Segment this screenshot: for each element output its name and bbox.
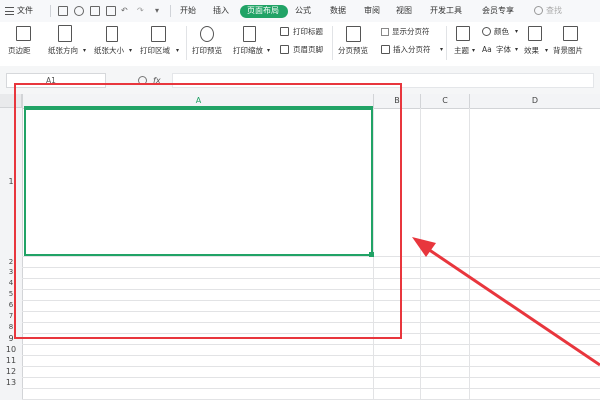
annotation-highlight-box (14, 83, 402, 339)
paper-size-icon[interactable] (106, 26, 118, 42)
row-header-10[interactable]: 10 (0, 344, 22, 355)
colors-button[interactable]: 颜色 (494, 27, 509, 37)
background-image-button[interactable]: 背景图片 (553, 46, 583, 56)
header-footer-button[interactable]: 页眉页脚 (293, 45, 323, 55)
divider (50, 5, 51, 17)
margins-button[interactable]: 页边距 (8, 46, 31, 56)
show-page-breaks-label: 显示分页符 (392, 27, 430, 36)
row-header-12[interactable]: 12 (0, 366, 22, 377)
tab-page-layout[interactable]: 页面布局 (247, 0, 279, 22)
quick-access-dropdown-icon[interactable]: ▾ (155, 0, 159, 22)
tab-home[interactable]: 开始 (180, 0, 196, 22)
print-icon[interactable] (90, 6, 100, 16)
chevron-down-icon[interactable]: ▾ (545, 46, 548, 56)
search-input[interactable]: 查找 (546, 0, 562, 22)
header-divider (420, 94, 421, 108)
divider (170, 5, 171, 17)
row-header-13[interactable]: 13 (0, 377, 22, 388)
print-titles-button[interactable]: 打印标题 (293, 27, 323, 37)
tab-data[interactable]: 数据 (330, 0, 346, 22)
print-scale-button[interactable]: 打印缩放 (233, 46, 263, 56)
column-header-c[interactable]: C (421, 94, 469, 108)
print-preview-icon[interactable] (200, 26, 214, 42)
annotation-arrow-icon (412, 237, 600, 367)
theme-button[interactable]: 主题 (454, 46, 469, 56)
page-break-preview-button[interactable]: 分页预览 (338, 46, 368, 56)
chevron-down-icon[interactable]: ▾ (515, 27, 518, 37)
print-titles-icon[interactable] (280, 27, 289, 36)
chevron-down-icon[interactable]: ▾ (176, 46, 179, 56)
effects-icon[interactable] (528, 26, 542, 41)
fonts-button[interactable]: 字体 (496, 45, 511, 55)
print-scale-icon[interactable] (243, 26, 256, 42)
insert-page-break-button[interactable]: 插入分页符 (393, 45, 431, 55)
tab-review[interactable]: 审阅 (364, 0, 380, 22)
orientation-button[interactable]: 纸张方向 (48, 46, 78, 56)
divider (186, 26, 187, 60)
chevron-down-icon[interactable]: ▾ (83, 46, 86, 56)
print-area-button[interactable]: 打印区域 (140, 46, 170, 56)
tab-developer[interactable]: 开发工具 (430, 0, 462, 22)
export-icon[interactable] (74, 6, 84, 16)
undo-icon[interactable]: ↶ (121, 0, 128, 22)
effects-button[interactable]: 效果 (524, 46, 539, 56)
preview-icon[interactable] (106, 6, 116, 16)
chevron-down-icon[interactable]: ▾ (472, 46, 475, 56)
colors-icon[interactable] (482, 27, 491, 36)
search-icon[interactable] (534, 6, 543, 15)
header-divider (469, 94, 470, 108)
background-image-icon[interactable] (563, 26, 578, 41)
print-area-icon[interactable] (151, 26, 166, 42)
row-header-11[interactable]: 11 (0, 355, 22, 366)
orientation-icon[interactable] (58, 25, 72, 42)
theme-icon[interactable] (456, 26, 470, 41)
column-header-d[interactable]: D (470, 94, 600, 108)
file-menu[interactable]: 文件 (17, 0, 33, 22)
chevron-down-icon[interactable]: ▾ (129, 46, 132, 56)
tab-view[interactable]: 视图 (396, 0, 412, 22)
header-footer-icon[interactable] (280, 45, 289, 54)
print-preview-button[interactable]: 打印预览 (192, 46, 222, 56)
show-page-breaks-checkbox[interactable] (381, 28, 389, 36)
paper-size-button[interactable]: 纸张大小 (94, 46, 124, 56)
tab-member[interactable]: 会员专享 (482, 0, 514, 22)
divider (446, 26, 447, 60)
chevron-down-icon[interactable]: ▾ (515, 45, 518, 55)
margins-icon[interactable] (16, 26, 31, 41)
chevron-down-icon[interactable]: ▾ (440, 45, 443, 55)
tab-formulas[interactable]: 公式 (295, 0, 311, 22)
tab-insert[interactable]: 插入 (213, 0, 229, 22)
redo-icon[interactable]: ↷ (137, 0, 144, 22)
insert-page-break-icon[interactable] (381, 45, 390, 54)
page-break-preview-icon[interactable] (346, 26, 361, 42)
save-icon[interactable] (58, 6, 68, 16)
fonts-icon[interactable]: Aa (482, 45, 492, 55)
hamburger-icon[interactable] (5, 7, 14, 15)
chevron-down-icon[interactable]: ▾ (267, 46, 270, 56)
divider (332, 26, 333, 60)
